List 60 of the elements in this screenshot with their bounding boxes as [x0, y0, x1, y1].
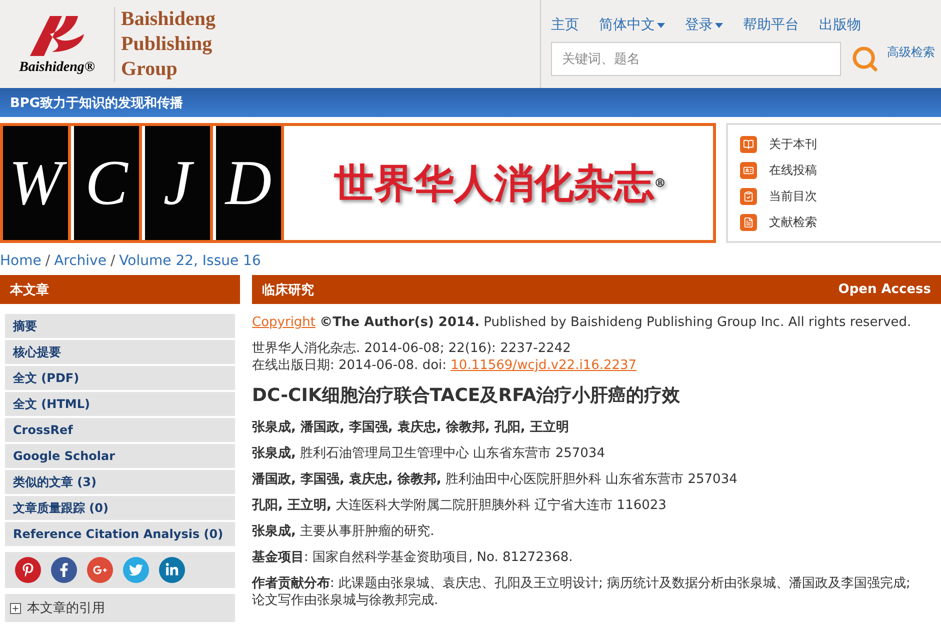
clipboard-check-icon	[740, 188, 757, 204]
advanced-search-link[interactable]: 高级检索	[887, 44, 935, 61]
banner-letter: W	[3, 126, 71, 240]
collapsible-section[interactable]: 本文章的引用	[5, 594, 235, 622]
twitter-share-icon[interactable]	[123, 557, 149, 583]
facebook-share-icon[interactable]	[51, 557, 77, 583]
pinterest-share-icon[interactable]	[15, 557, 41, 583]
sidebar-title: 本文章	[10, 282, 49, 298]
section-label: 临床研究	[262, 282, 314, 298]
article-title: DC-CIK细胞治疗联合TACE及RFA治疗小肝癌的疗效	[252, 384, 682, 407]
journal-menu-item[interactable]: 当前目次	[740, 188, 929, 204]
banner-letter: D	[216, 126, 284, 240]
article-paragraph: 作者贡献分布: 此课题由张泉城、袁庆忠、孔阳及王立明设计; 病历统计及数据分析由张泉城、潘国政及李国强完成;	[252, 575, 912, 592]
nav-link[interactable]: 帮助平台	[743, 8, 799, 42]
sidebar-link[interactable]: 摘要	[5, 314, 235, 338]
breadcrumb-link[interactable]: Home	[0, 253, 42, 269]
sidebar-link[interactable]: 全文 (HTML)	[5, 392, 235, 416]
document-icon	[740, 214, 757, 230]
id-card-icon	[740, 162, 757, 178]
citation-text: 世界华人消化杂志. 2014-06-08; 22(16): 2237-2242	[252, 340, 572, 357]
open-access-label: Open Access	[838, 282, 931, 297]
article-paragraph: 张泉成, 胜利石油管理局卫生管理中心 山东省东营市 257034	[252, 445, 606, 462]
book-icon	[740, 136, 757, 152]
article-paragraph: 基金项目: 国家自然科学基金资助项目, No. 81272368.	[252, 549, 574, 566]
sidebar-link[interactable]: 文章质量跟踪 (0)	[5, 496, 235, 520]
sidebar-link[interactable]: 核心提要	[5, 340, 235, 364]
article-paragraph: 张泉成, 潘国政, 李国强, 袁庆忠, 徐教邦, 孔阳, 王立明	[252, 419, 570, 436]
breadcrumb-link[interactable]: Archive	[54, 253, 106, 269]
tagline-bar: BPG致力于知识的发现和传播	[0, 88, 941, 117]
publisher-name: Baishideng	[121, 6, 216, 32]
journal-menu-item[interactable]: 在线投稿	[740, 162, 929, 178]
banner-letter: C	[74, 126, 142, 240]
sidebar-link[interactable]: 类似的文章 (3)	[5, 470, 235, 494]
search-field[interactable]: 关键词、题名	[551, 42, 841, 76]
publisher-name: Publishing	[121, 32, 214, 56]
breadcrumb-separator: /	[110, 253, 116, 269]
journal-menu-item[interactable]: 文献检索	[740, 214, 929, 230]
linkedin-share-icon[interactable]	[159, 557, 185, 583]
journal-menu-item[interactable]: 关于本刊	[740, 136, 929, 152]
breadcrumb-separator: /	[45, 253, 50, 269]
article-paragraph: 潘国政, 李国强, 袁庆忠, 徐教邦, 胜利油田中心医院肝胆外科 山东省东营市 257034	[252, 471, 738, 488]
article-paragraph: 孔阳, 王立明, 大连医科大学附属二院肝胆胰外科 辽宁省大连市 116023	[252, 497, 668, 514]
article-paragraph: 张泉成, 主要从事肝肿瘤的研究.	[252, 523, 436, 540]
nav-link[interactable]: 出版物	[819, 8, 861, 42]
sidebar-link[interactable]: 全文 (PDF)	[5, 366, 235, 390]
sidebar-link[interactable]: Google Scholar	[5, 444, 235, 468]
nav-link[interactable]: 简体中文	[599, 8, 665, 42]
publisher-name: Group	[121, 56, 178, 82]
copyright-notice: Copyright ©The Author(s) 2014. Published by Baishideng Publishing Group Inc. All rights reserved.	[252, 314, 912, 331]
banner-letter: J	[145, 126, 213, 240]
journal-title: 世界华人消化杂志$^{®}$	[333, 158, 667, 208]
nav-link[interactable]: 登录	[685, 8, 723, 42]
logo-wordmark: Baishideng®	[19, 60, 95, 76]
breadcrumb-link[interactable]: Volume 22, Issue 16	[119, 253, 261, 269]
article-paragraph: 论文写作由张泉城与徐教邦完成.	[252, 592, 440, 609]
nav-link[interactable]: 主页	[551, 8, 579, 42]
online-date-text: 在线出版日期: 2014-06-08. doi: 10.11569/wcjd.v22.i16.2237	[252, 357, 638, 374]
sidebar-link[interactable]: CrossRef	[5, 418, 235, 442]
google-plus-share-icon[interactable]	[87, 557, 113, 583]
sidebar-link[interactable]: Reference Citation Analysis (0)	[5, 522, 235, 546]
